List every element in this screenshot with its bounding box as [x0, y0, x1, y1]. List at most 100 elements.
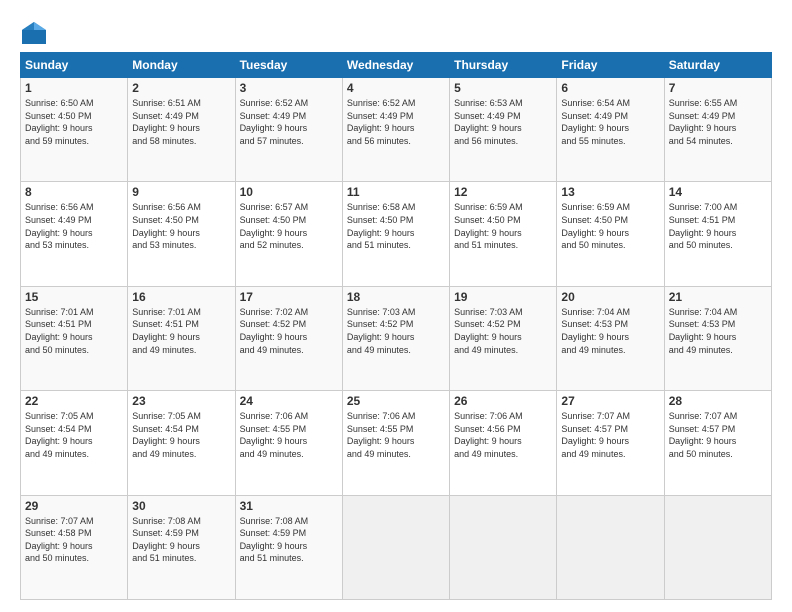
calendar-cell: 1Sunrise: 6:50 AM Sunset: 4:50 PM Daylig… [21, 78, 128, 182]
calendar-cell: 16 Sunrise: 7:01 AM Sunset: 4:51 PM Dayli… [128, 286, 235, 390]
day-number: 20 [561, 290, 659, 304]
calendar-week-row: 29 Sunrise: 7:07 AM Sunset: 4:58 PM Dayli… [21, 495, 772, 599]
calendar-cell: 2Sunrise: 6:51 AM Sunset: 4:49 PM Daylig… [128, 78, 235, 182]
cell-info: Sunrise: 6:59 AM Sunset: 4:50 PM Dayligh… [561, 201, 659, 251]
day-number: 30 [132, 499, 230, 513]
day-number: 13 [561, 185, 659, 199]
calendar-cell: 18 Sunrise: 7:03 AM Sunset: 4:52 PM Dayli… [342, 286, 449, 390]
calendar-page: SundayMondayTuesdayWednesdayThursdayFrid… [0, 0, 792, 612]
calendar-cell: 26 Sunrise: 7:06 AM Sunset: 4:56 PM Dayli… [450, 391, 557, 495]
cell-info: Sunrise: 7:06 AM Sunset: 4:56 PM Dayligh… [454, 410, 552, 460]
cell-info: Sunrise: 7:00 AM Sunset: 4:51 PM Dayligh… [669, 201, 767, 251]
header-day: Friday [557, 53, 664, 78]
calendar-week-row: 1Sunrise: 6:50 AM Sunset: 4:50 PM Daylig… [21, 78, 772, 182]
cell-info: Sunrise: 7:08 AM Sunset: 4:59 PM Dayligh… [132, 515, 230, 565]
calendar-cell: 22 Sunrise: 7:05 AM Sunset: 4:54 PM Dayli… [21, 391, 128, 495]
cell-info: Sunrise: 7:04 AM Sunset: 4:53 PM Dayligh… [669, 306, 767, 356]
calendar-cell [342, 495, 449, 599]
day-number: 6 [561, 81, 659, 95]
cell-info: Sunrise: 6:58 AM Sunset: 4:50 PM Dayligh… [347, 201, 445, 251]
day-number: 11 [347, 185, 445, 199]
cell-info: Sunrise: 7:05 AM Sunset: 4:54 PM Dayligh… [132, 410, 230, 460]
cell-info: Sunrise: 7:07 AM Sunset: 4:58 PM Dayligh… [25, 515, 123, 565]
calendar-cell [450, 495, 557, 599]
cell-info: Sunrise: 7:01 AM Sunset: 4:51 PM Dayligh… [132, 306, 230, 356]
calendar-cell: 17 Sunrise: 7:02 AM Sunset: 4:52 PM Dayli… [235, 286, 342, 390]
calendar-cell: 31Sunrise: 7:08 AM Sunset: 4:59 PM Dayli… [235, 495, 342, 599]
calendar-header: SundayMondayTuesdayWednesdayThursdayFrid… [21, 53, 772, 78]
header [20, 16, 772, 48]
day-number: 15 [25, 290, 123, 304]
header-day: Thursday [450, 53, 557, 78]
day-number: 31 [240, 499, 338, 513]
calendar-cell: 14 Sunrise: 7:00 AM Sunset: 4:51 PM Dayli… [664, 182, 771, 286]
cell-info: Sunrise: 7:06 AM Sunset: 4:55 PM Dayligh… [347, 410, 445, 460]
logo-icon [20, 20, 48, 48]
calendar-cell: 21 Sunrise: 7:04 AM Sunset: 4:53 PM Dayli… [664, 286, 771, 390]
calendar-cell: 15 Sunrise: 7:01 AM Sunset: 4:51 PM Dayli… [21, 286, 128, 390]
header-day: Monday [128, 53, 235, 78]
cell-info: Sunrise: 7:03 AM Sunset: 4:52 PM Dayligh… [454, 306, 552, 356]
day-number: 16 [132, 290, 230, 304]
cell-info: Sunrise: 6:52 AM Sunset: 4:49 PM Dayligh… [347, 97, 445, 147]
cell-info: Sunrise: 6:59 AM Sunset: 4:50 PM Dayligh… [454, 201, 552, 251]
calendar-cell: 19Sunrise: 7:03 AM Sunset: 4:52 PM Dayli… [450, 286, 557, 390]
cell-info: Sunrise: 7:01 AM Sunset: 4:51 PM Dayligh… [25, 306, 123, 356]
day-number: 18 [347, 290, 445, 304]
day-number: 29 [25, 499, 123, 513]
day-number: 12 [454, 185, 552, 199]
calendar-cell: 25 Sunrise: 7:06 AM Sunset: 4:55 PM Dayli… [342, 391, 449, 495]
calendar-week-row: 8 Sunrise: 6:56 AM Sunset: 4:49 PM Daylig… [21, 182, 772, 286]
calendar-cell: 9 Sunrise: 6:56 AM Sunset: 4:50 PM Daylig… [128, 182, 235, 286]
header-day: Saturday [664, 53, 771, 78]
cell-info: Sunrise: 7:07 AM Sunset: 4:57 PM Dayligh… [561, 410, 659, 460]
day-number: 22 [25, 394, 123, 408]
day-number: 9 [132, 185, 230, 199]
day-number: 4 [347, 81, 445, 95]
header-day: Wednesday [342, 53, 449, 78]
cell-info: Sunrise: 6:56 AM Sunset: 4:50 PM Dayligh… [132, 201, 230, 251]
day-number: 21 [669, 290, 767, 304]
calendar-cell: 23 Sunrise: 7:05 AM Sunset: 4:54 PM Dayli… [128, 391, 235, 495]
calendar-cell: 20 Sunrise: 7:04 AM Sunset: 4:53 PM Dayli… [557, 286, 664, 390]
day-number: 25 [347, 394, 445, 408]
calendar-cell: 10Sunrise: 6:57 AM Sunset: 4:50 PM Dayli… [235, 182, 342, 286]
calendar-cell: 6 Sunrise: 6:54 AM Sunset: 4:49 PM Daylig… [557, 78, 664, 182]
cell-info: Sunrise: 7:06 AM Sunset: 4:55 PM Dayligh… [240, 410, 338, 460]
cell-info: Sunrise: 6:56 AM Sunset: 4:49 PM Dayligh… [25, 201, 123, 251]
calendar-cell: 29 Sunrise: 7:07 AM Sunset: 4:58 PM Dayli… [21, 495, 128, 599]
cell-info: Sunrise: 6:51 AM Sunset: 4:49 PM Dayligh… [132, 97, 230, 147]
calendar-cell: 27Sunrise: 7:07 AM Sunset: 4:57 PM Dayli… [557, 391, 664, 495]
cell-info: Sunrise: 6:53 AM Sunset: 4:49 PM Dayligh… [454, 97, 552, 147]
calendar-cell: 12 Sunrise: 6:59 AM Sunset: 4:50 PM Dayli… [450, 182, 557, 286]
day-number: 24 [240, 394, 338, 408]
cell-info: Sunrise: 6:54 AM Sunset: 4:49 PM Dayligh… [561, 97, 659, 147]
calendar-cell: 3 Sunrise: 6:52 AM Sunset: 4:49 PM Daylig… [235, 78, 342, 182]
calendar-week-row: 22 Sunrise: 7:05 AM Sunset: 4:54 PM Dayli… [21, 391, 772, 495]
day-number: 1 [25, 81, 123, 95]
calendar-cell: 7Sunrise: 6:55 AM Sunset: 4:49 PM Daylig… [664, 78, 771, 182]
calendar-cell: 5 Sunrise: 6:53 AM Sunset: 4:49 PM Daylig… [450, 78, 557, 182]
header-day: Sunday [21, 53, 128, 78]
cell-info: Sunrise: 7:02 AM Sunset: 4:52 PM Dayligh… [240, 306, 338, 356]
cell-info: Sunrise: 7:04 AM Sunset: 4:53 PM Dayligh… [561, 306, 659, 356]
day-number: 23 [132, 394, 230, 408]
calendar-cell: 8 Sunrise: 6:56 AM Sunset: 4:49 PM Daylig… [21, 182, 128, 286]
calendar-cell: 28Sunrise: 7:07 AM Sunset: 4:57 PM Dayli… [664, 391, 771, 495]
calendar-cell [557, 495, 664, 599]
calendar-cell: 24 Sunrise: 7:06 AM Sunset: 4:55 PM Dayli… [235, 391, 342, 495]
day-number: 5 [454, 81, 552, 95]
day-number: 26 [454, 394, 552, 408]
day-number: 14 [669, 185, 767, 199]
cell-info: Sunrise: 7:05 AM Sunset: 4:54 PM Dayligh… [25, 410, 123, 460]
day-number: 3 [240, 81, 338, 95]
calendar-cell [664, 495, 771, 599]
calendar-cell: 30 Sunrise: 7:08 AM Sunset: 4:59 PM Dayli… [128, 495, 235, 599]
day-number: 8 [25, 185, 123, 199]
calendar-table: SundayMondayTuesdayWednesdayThursdayFrid… [20, 52, 772, 600]
calendar-cell: 11 Sunrise: 6:58 AM Sunset: 4:50 PM Dayli… [342, 182, 449, 286]
cell-info: Sunrise: 6:52 AM Sunset: 4:49 PM Dayligh… [240, 97, 338, 147]
day-number: 17 [240, 290, 338, 304]
cell-info: Sunrise: 7:03 AM Sunset: 4:52 PM Dayligh… [347, 306, 445, 356]
calendar-cell: 13 Sunrise: 6:59 AM Sunset: 4:50 PM Dayli… [557, 182, 664, 286]
